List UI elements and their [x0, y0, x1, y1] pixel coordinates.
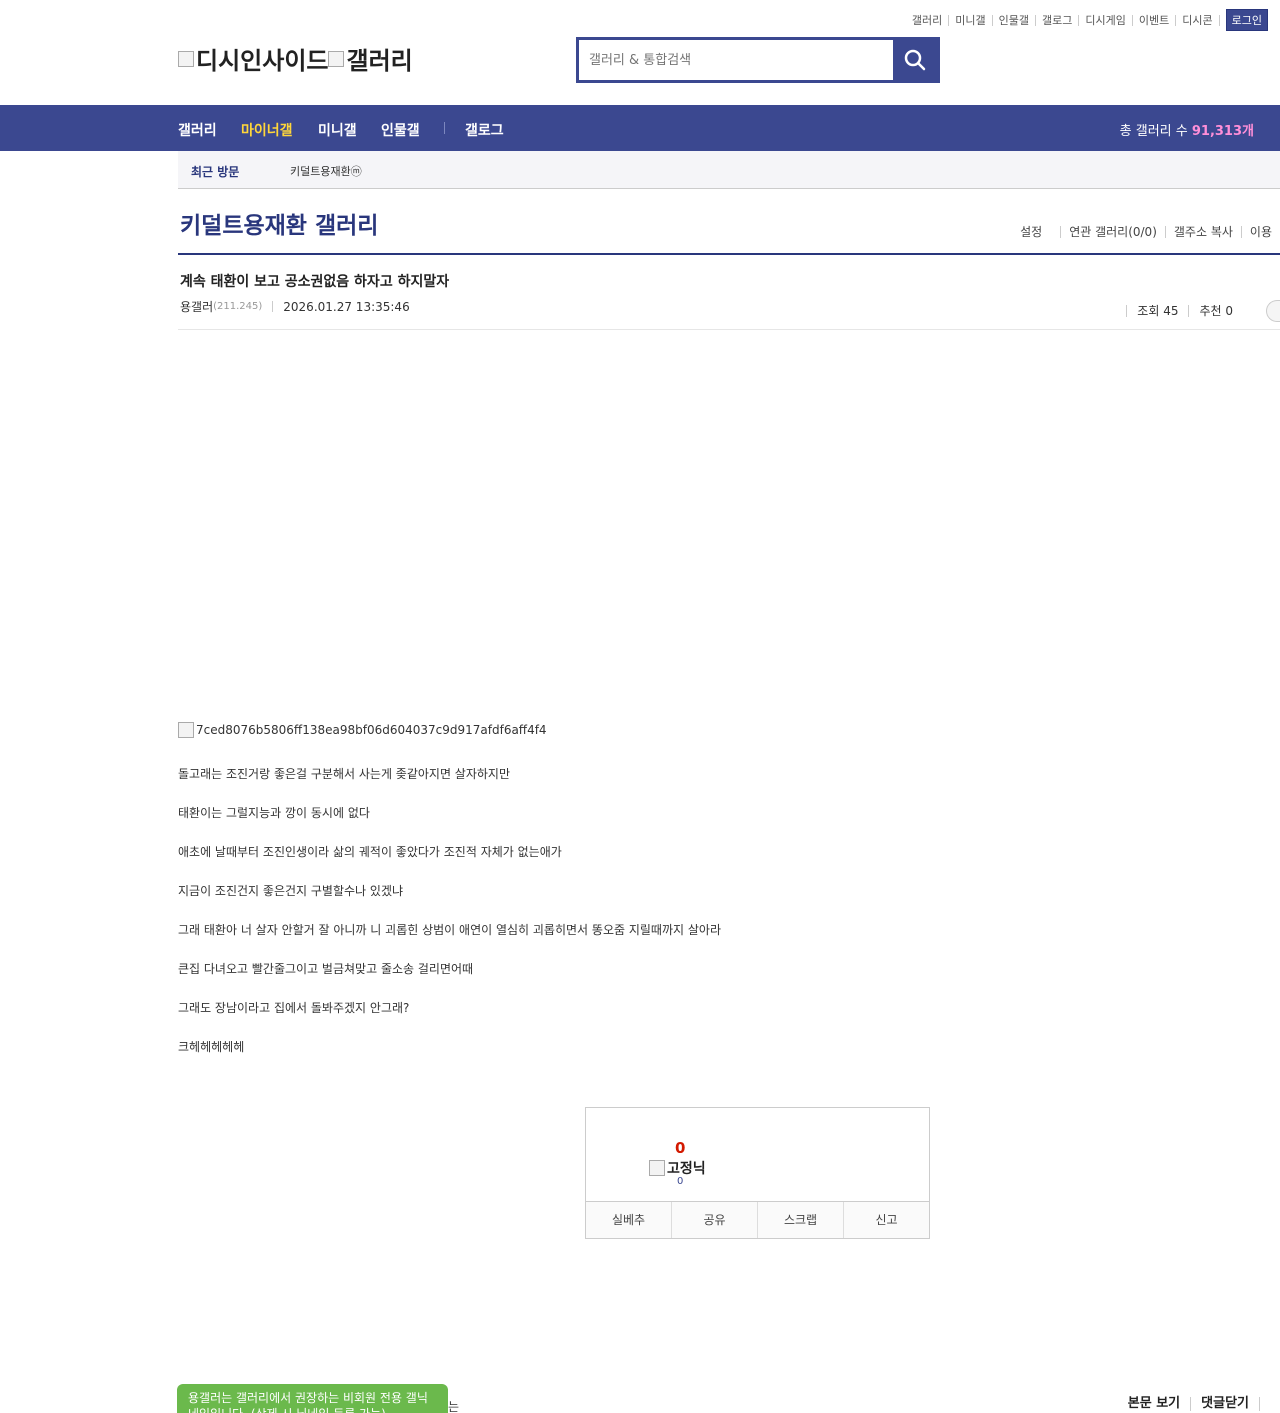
- post-line: 애초에 날때부터 조진인생이라 삶의 궤적이 좋았다가 조진적 자체가 없는애가: [178, 845, 562, 859]
- recommend-actions: 실베추 공유 스크랩 신고: [586, 1201, 929, 1238]
- top-link-dccon[interactable]: 디시콘: [1176, 14, 1220, 26]
- recent-visit-label: 최근 방문: [191, 165, 240, 179]
- post-image: 7ced8076b5806ff138ea98bf06d604037c9d917a…: [178, 722, 547, 738]
- related-gallery-link[interactable]: 연관 갤러리(0/0): [1060, 226, 1165, 238]
- nickname-tooltip: 용갤러는 갤러리에서 권장하는 비회원 전용 갤닉네임입니다. (삭제 시 닉네…: [177, 1384, 448, 1413]
- search-box: [576, 37, 940, 83]
- gallery-count-value: 91,313개: [1191, 124, 1254, 139]
- post-author[interactable]: 용갤러: [180, 298, 213, 315]
- logo-dcinside: 디시인사이드: [178, 41, 328, 76]
- login-button[interactable]: 로그인: [1225, 9, 1268, 31]
- post-body: 돌고래는 조진거랑 좋은걸 구분해서 사는게 좆같아지면 살자하지만 태환이는 …: [178, 766, 898, 1078]
- post-line: 그래 태환아 너 살자 안할거 잘 아니까 니 괴롭힌 상범이 애연이 열심히 …: [178, 923, 721, 937]
- meta-divider: [272, 301, 274, 312]
- post-meta: 용갤러 (211.245) 2026.01.27 13:35:46: [180, 298, 410, 315]
- nav-item-person-gallery[interactable]: 인물갤: [381, 120, 420, 140]
- gallery-tools: 설정 연관 갤러리(0/0) 갤주소 복사 이용: [1012, 226, 1280, 238]
- fixed-nick-recommend-button[interactable]: 고정닉: [649, 1158, 706, 1178]
- bottom-divider: [1259, 1397, 1280, 1411]
- top-link-gallery[interactable]: 갤러리: [906, 14, 950, 26]
- top-link-event[interactable]: 이벤트: [1133, 14, 1177, 26]
- fixed-nick-label: 고정닉: [667, 1161, 706, 1177]
- search-icon: [904, 49, 926, 71]
- recent-visit-item[interactable]: 키덜트용재환ⓜ: [290, 163, 362, 179]
- top-link-gallog[interactable]: 갤로그: [1036, 14, 1080, 26]
- top-utility-links: 갤러리 미니갤 인물갤 갤로그 디시게임 이벤트 디시콘 로그인: [906, 9, 1268, 31]
- post-line: 태환이는 그럴지능과 깡이 동시에 없다: [178, 806, 370, 820]
- post-line: 지금이 조진건지 좋은건지 구별할수나 있겠냐: [178, 884, 404, 898]
- post-line: 돌고래는 조진거랑 좋은걸 구분해서 사는게 좆같아지면 살자하지만: [178, 767, 511, 781]
- post-title: 계속 태환이 보고 공소권없음 하자고 하지말자: [180, 274, 450, 290]
- recommend-box: 0 고정닉 0 실베추 공유 스크랩 신고: [585, 1107, 930, 1239]
- search-input[interactable]: [579, 40, 893, 80]
- nav-item-mini-gallery[interactable]: 미니갤: [318, 120, 357, 140]
- top-link-minigall[interactable]: 미니갤: [949, 14, 993, 26]
- scrap-button[interactable]: 스크랩: [757, 1202, 843, 1238]
- post-option-button[interactable]: [1266, 300, 1280, 322]
- post-stats: 조회 45 추천 0: [1126, 300, 1280, 322]
- nav-item-minor-gallery[interactable]: 마이너갤: [241, 120, 293, 140]
- main-nav: 갤러리 마이너갤 미니갤 인물갤 갤로그 총 갤러리 수 91,313개: [0, 105, 1280, 151]
- post-header-divider: [178, 329, 1280, 330]
- title-divider: [178, 253, 1280, 255]
- close-comments-link[interactable]: 댓글닫기: [1190, 1397, 1259, 1411]
- copy-gallery-address-link[interactable]: 갤주소 복사: [1164, 226, 1241, 238]
- recent-visit-bar: 최근 방문 키덜트용재환ⓜ: [178, 151, 1280, 189]
- gallery-settings-link[interactable]: 설정: [1012, 226, 1050, 238]
- post-image-alt: 7ced8076b5806ff138ea98bf06d604037c9d917a…: [196, 723, 547, 737]
- post-line: 크헤헤헤헤헤: [178, 1040, 245, 1054]
- post-recommend-count: 추천 0: [1188, 305, 1243, 317]
- post-date: 2026.01.27 13:35:46: [283, 299, 410, 314]
- post-author-ip: (211.245): [213, 301, 263, 312]
- view-post-link[interactable]: 본문 보기: [1118, 1397, 1190, 1411]
- tooltip-trailing-text: 는: [448, 1400, 460, 1413]
- real-best-button[interactable]: 실베추: [586, 1202, 671, 1238]
- bottom-links: 본문 보기 댓글닫기: [1118, 1397, 1280, 1411]
- report-button[interactable]: 신고: [843, 1202, 929, 1238]
- gallery-title[interactable]: 키덜트용재환 갤러리: [180, 206, 378, 240]
- post-views: 조회 45: [1126, 305, 1188, 317]
- fixed-nick-count: 0: [677, 1176, 684, 1187]
- nav-item-gallog[interactable]: 갤로그: [465, 120, 504, 140]
- top-link-person-gall[interactable]: 인물갤: [993, 14, 1037, 26]
- post-line: 큰집 다녀오고 빨간줄그이고 벌금쳐맞고 줄소송 걸리면어때: [178, 962, 474, 976]
- share-button[interactable]: 공유: [671, 1202, 757, 1238]
- gallery-usage-link[interactable]: 이용: [1240, 226, 1280, 238]
- gallery-count: 총 갤러리 수 91,313개: [1119, 124, 1254, 139]
- logo-gallery: 갤러리: [328, 41, 412, 76]
- nav-divider: [444, 122, 445, 134]
- nav-item-gallery[interactable]: 갤러리: [178, 120, 217, 140]
- top-link-dcgame[interactable]: 디시게임: [1079, 14, 1133, 26]
- search-button[interactable]: [893, 40, 937, 80]
- post-line: 그래도 장남이라고 집에서 돌봐주겠지 안그래?: [178, 1001, 410, 1015]
- site-logo[interactable]: 디시인사이드 갤러리: [178, 41, 413, 76]
- recommend-count: 0: [675, 1139, 686, 1157]
